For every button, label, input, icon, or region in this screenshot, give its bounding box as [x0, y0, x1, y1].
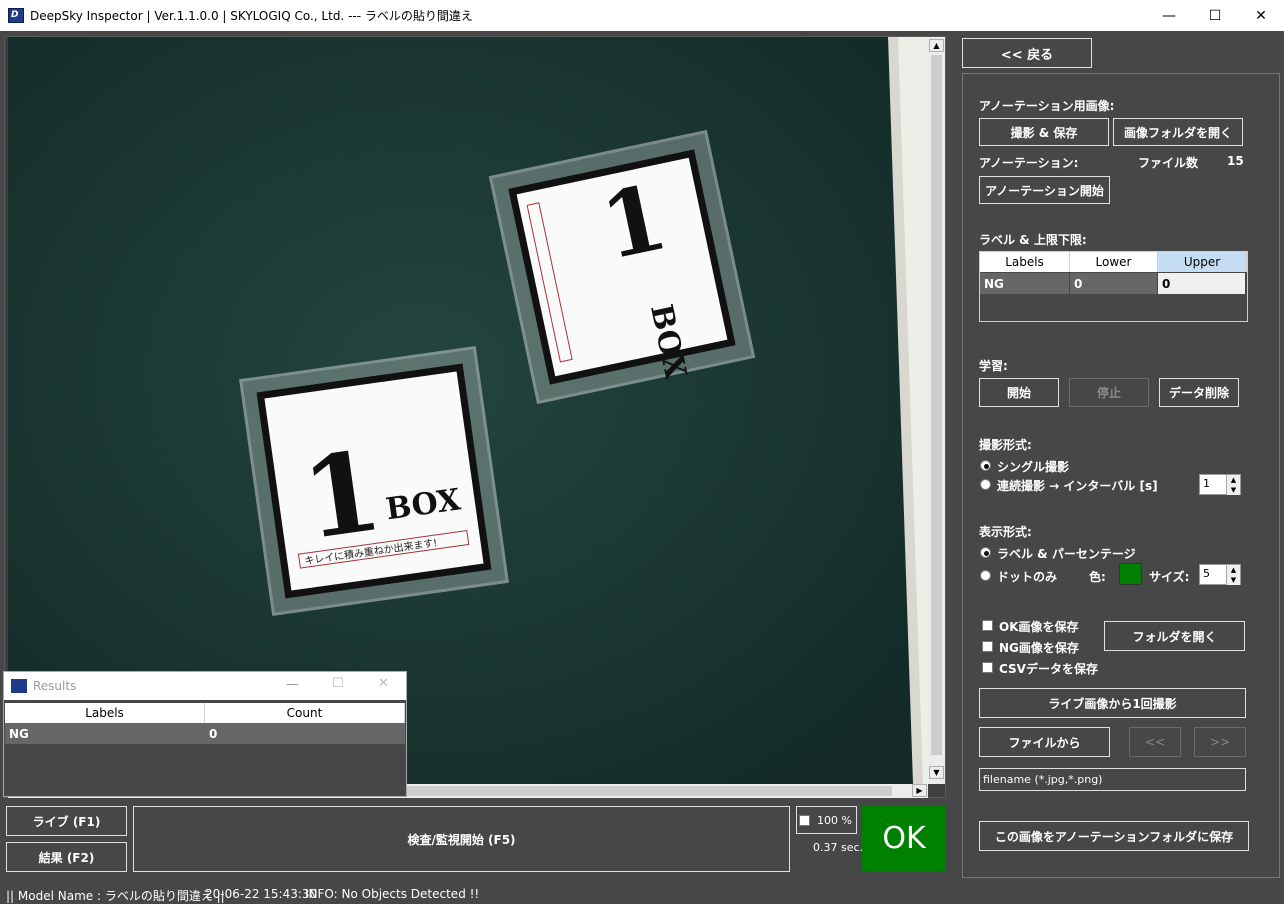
- interval-spinner[interactable]: 1 ▲ ▼: [1199, 474, 1241, 495]
- label-limits-table: Labels Lower Upper NG 0 0: [979, 251, 1248, 322]
- capture-mode-heading: 撮影形式:: [979, 438, 1032, 452]
- from-file-button[interactable]: ファイルから: [979, 727, 1110, 757]
- learn-stop-button[interactable]: 停止: [1069, 378, 1149, 407]
- save-csv-checkbox[interactable]: [982, 662, 993, 673]
- capture-from-live-button[interactable]: ライブ画像から1回撮影: [979, 688, 1246, 718]
- results-titlebar: Results — ☐ ✕: [4, 672, 406, 700]
- spin-down-icon[interactable]: ▼: [1226, 485, 1240, 495]
- prev-image-button[interactable]: <<: [1129, 727, 1181, 757]
- filename-field[interactable]: filename (*.jpg,*.png): [979, 768, 1246, 791]
- close-button[interactable]: ✕: [1238, 0, 1284, 31]
- scroll-down-icon[interactable]: ▼: [929, 766, 944, 779]
- close-icon[interactable]: ✕: [378, 676, 389, 691]
- save-to-annotation-button[interactable]: この画像をアノーテーションフォルダに保存: [979, 821, 1249, 851]
- display-dot-only-radio[interactable]: [980, 570, 991, 581]
- size-value: 5: [1203, 567, 1210, 580]
- results-header-count: Count: [205, 703, 405, 723]
- table-header-upper: Upper: [1158, 252, 1247, 272]
- inspect-start-button[interactable]: 検査/監視開始 (F5): [133, 806, 790, 872]
- annotation-image-heading: アノーテーション用画像:: [979, 99, 1115, 113]
- display-label-percent-radio[interactable]: [980, 547, 991, 558]
- open-image-folder-button[interactable]: 画像フォルダを開く: [1113, 118, 1243, 146]
- minimize-button[interactable]: —: [1146, 0, 1192, 31]
- table-cell-upper[interactable]: 0: [1158, 273, 1245, 294]
- ok-result-indicator: OK: [862, 806, 946, 871]
- status-datetime: 20-06-22 15:43:30: [205, 887, 318, 901]
- title-bar: D DeepSky Inspector | Ver.1.1.0.0 | SKYL…: [0, 0, 1284, 31]
- save-ng-checkbox[interactable]: [982, 641, 993, 652]
- dot-color-swatch[interactable]: [1119, 563, 1142, 585]
- app-logo-icon: D: [8, 8, 24, 23]
- interval-value: 1: [1203, 477, 1210, 490]
- capture-single-label: シングル撮影: [997, 460, 1070, 474]
- file-count-value: 15: [1227, 154, 1244, 168]
- back-button[interactable]: << 戻る: [962, 38, 1092, 68]
- scroll-up-icon[interactable]: ▲: [929, 39, 944, 52]
- learning-heading: 学習:: [979, 359, 1008, 373]
- inference-time: 0.37 sec.: [813, 841, 864, 854]
- zoom-toggle[interactable]: 100 %: [796, 806, 857, 834]
- results-window: Results — ☐ ✕ Labels Count NG 0: [3, 671, 407, 797]
- minimize-icon[interactable]: —: [286, 677, 299, 692]
- status-bar: || Model Name : ラベルの貼り間違え || 20-06-22 15…: [0, 882, 1284, 904]
- next-image-button[interactable]: >>: [1194, 727, 1246, 757]
- spin-up-icon[interactable]: ▲: [1226, 565, 1240, 575]
- display-mode-heading: 表示形式:: [979, 525, 1032, 539]
- results-cell-label[interactable]: NG: [5, 723, 205, 744]
- start-annotation-button[interactable]: アノーテーション開始: [979, 176, 1110, 204]
- capture-save-button[interactable]: 撮影 & 保存: [979, 118, 1109, 146]
- zoom-checkbox[interactable]: [799, 815, 810, 826]
- capture-continuous-label: 連続撮影 → インターバル [s]: [997, 479, 1158, 493]
- vertical-scrollbar[interactable]: ▲ ▼: [928, 37, 945, 784]
- maximize-icon[interactable]: ☐: [332, 676, 344, 691]
- file-count-label: ファイル数: [1138, 156, 1199, 170]
- color-label: 色:: [1089, 570, 1106, 584]
- size-spinner[interactable]: 5 ▲ ▼: [1199, 564, 1241, 585]
- capture-continuous-radio[interactable]: [980, 479, 991, 490]
- zoom-label: 100 %: [817, 814, 852, 827]
- spin-up-icon[interactable]: ▲: [1226, 475, 1240, 485]
- status-model: || Model Name : ラベルの貼り間違え ||: [6, 889, 225, 903]
- results-header-labels: Labels: [5, 703, 205, 723]
- capture-single-radio[interactable]: [980, 460, 991, 471]
- delete-data-button[interactable]: データ削除: [1159, 378, 1239, 407]
- table-cell-label[interactable]: NG: [980, 273, 1069, 294]
- table-header-lower: Lower: [1070, 252, 1158, 272]
- results-title: Results: [33, 679, 77, 693]
- vertical-scroll-thumb[interactable]: [931, 55, 942, 755]
- table-cell-lower[interactable]: 0: [1070, 273, 1157, 294]
- save-csv-label: CSVデータを保存: [999, 662, 1098, 676]
- display-label-percent-label: ラベル & パーセンテージ: [997, 547, 1136, 561]
- spin-down-icon[interactable]: ▼: [1226, 575, 1240, 585]
- save-ok-checkbox[interactable]: [982, 620, 993, 631]
- display-dot-only-label: ドットのみ: [997, 570, 1058, 584]
- scroll-right-icon[interactable]: ▶: [912, 784, 927, 797]
- result-button[interactable]: 結果 (F2): [6, 842, 127, 872]
- live-button[interactable]: ライブ (F1): [6, 806, 127, 836]
- open-folder-button[interactable]: フォルダを開く: [1104, 621, 1245, 651]
- results-cell-count[interactable]: 0: [205, 723, 405, 744]
- label-limits-heading: ラベル & 上限下限:: [979, 233, 1087, 247]
- learn-start-button[interactable]: 開始: [979, 378, 1059, 407]
- status-info: INFO: No Objects Detected !!: [305, 887, 480, 901]
- save-ok-label: OK画像を保存: [999, 620, 1079, 634]
- size-label: サイズ:: [1149, 570, 1190, 584]
- app-logo-icon: [11, 679, 27, 693]
- window-title: DeepSky Inspector | Ver.1.1.0.0 | SKYLOG…: [30, 9, 473, 23]
- save-ng-label: NG画像を保存: [999, 641, 1079, 655]
- table-header-labels: Labels: [980, 252, 1070, 272]
- maximize-button[interactable]: ☐: [1192, 0, 1238, 31]
- annotation-heading: アノーテーション:: [979, 156, 1079, 170]
